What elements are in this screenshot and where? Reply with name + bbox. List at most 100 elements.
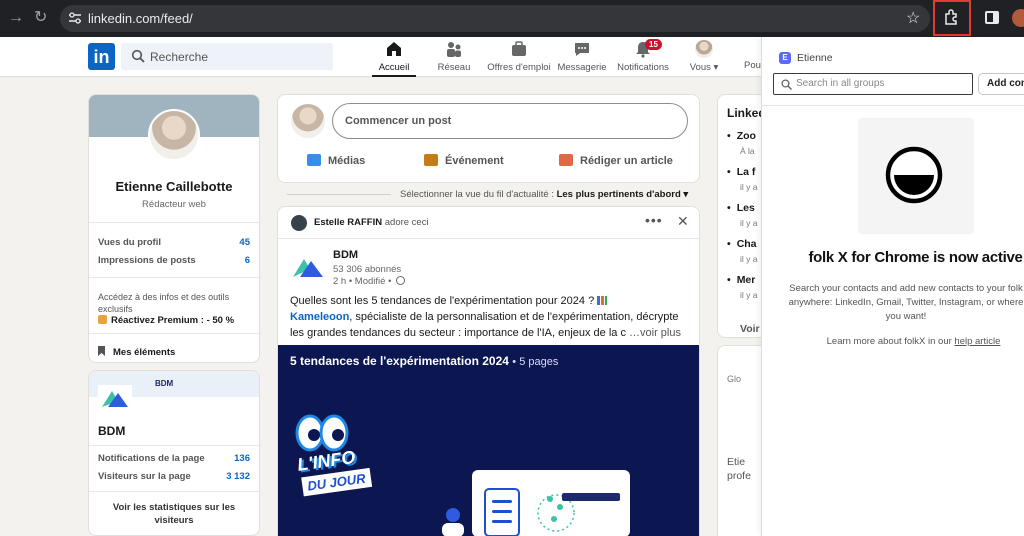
chart-emoji-icon [597,296,608,305]
workspace-name[interactable]: Etienne [797,52,833,64]
bookmark-star-icon[interactable]: ☆ [906,8,920,28]
see-more-news-link[interactable]: Voir [740,323,760,335]
divider [89,277,259,278]
nav-label: Notifications [617,62,669,73]
actor-avatar[interactable] [291,215,307,231]
see-more-link[interactable]: …voir plus [629,327,681,339]
folk-description: Search your contacts and add new contact… [771,282,1024,324]
action-label: Événement [445,155,504,167]
news-item[interactable]: Les [727,202,755,214]
page-banner-text: BDM [155,379,174,388]
ad-header: Glo [727,374,742,384]
nav-messaging[interactable]: Messagerie [556,40,608,77]
premium-icon [98,315,107,324]
page-card: BDM BDM Notifications de la page 136 Vis… [88,370,260,536]
back-icon[interactable]: → [8,9,24,27]
nav-home[interactable]: Accueil [372,40,416,77]
profile-role: Rédacteur web [142,199,206,210]
stat-label: Visiteurs sur la page [98,471,191,482]
mention-link[interactable]: Kameleoon [290,311,349,323]
close-icon[interactable]: ✕ [677,213,689,230]
stat-row-page-notifications[interactable]: Notifications de la page 136 [98,453,250,464]
premium-link[interactable]: Réactivez Premium : - 50 % [98,315,234,326]
browser-profile-avatar[interactable] [1012,9,1024,27]
stat-value: 136 [234,453,250,464]
stat-row-profile-views[interactable]: Vues du profil 45 [98,237,250,248]
post-text-line1: Quelles sont les 5 tendances de l'expéri… [290,295,595,307]
folk-headline: folk X for Chrome is now active [808,249,1023,266]
stat-label: Notifications de la page [98,453,205,464]
media-button[interactable]: Médias [307,154,365,167]
notification-count-badge: 15 [645,39,662,50]
illustration-bar [562,493,620,501]
side-panel-icon[interactable] [985,11,999,24]
saved-items-link[interactable]: Mes éléments [98,346,175,358]
profile-avatar[interactable] [148,109,200,161]
news-subtitle: il y a [740,290,758,300]
calendar-icon [424,154,438,166]
news-item[interactable]: La f [727,166,756,178]
divider [89,445,259,446]
news-item[interactable]: Mer [727,274,756,286]
nav-network[interactable]: Réseau [434,40,474,77]
news-subtitle: À la [740,146,755,156]
stat-value: 6 [244,255,250,266]
page-name[interactable]: BDM [98,424,125,438]
more-options-icon[interactable]: ••• [645,212,663,228]
linkedin-logo[interactable]: in [88,43,115,70]
document-title: 5 tendances de l'expérimentation 2024 • … [290,354,558,368]
post-text: Quelles sont les 5 tendances de l'expéri… [290,293,685,341]
site-settings-icon[interactable] [68,11,82,25]
stat-row-post-impressions[interactable]: Impressions de posts 6 [98,255,250,266]
folk-desc-line3: you want! [885,311,927,322]
search-input[interactable]: Recherche [121,43,333,70]
write-article-button[interactable]: Rédiger un article [559,154,673,167]
nav-me[interactable]: Vous ▾ [682,40,726,77]
person-illustration-icon [442,508,464,536]
premium-promo-text: Accédez à des infos et des outils exclus… [98,292,230,314]
bdm-logo-icon[interactable] [291,251,325,281]
nav-notifications[interactable]: 15 Notifications [614,39,672,77]
folk-side-panel: E Etienne Search in all groups Add conta… [761,37,1024,536]
post-meta: 2 h • Modifié • [333,276,406,287]
event-button[interactable]: Événement [424,154,504,167]
bookmark-icon [98,346,105,356]
illustration-line [492,520,512,523]
saved-items-label: Mes éléments [113,347,176,358]
news-item[interactable]: Cha [727,238,757,250]
address-bar[interactable]: linkedin.com/feed/ [60,5,930,32]
nav-jobs[interactable]: Offres d'emploi [484,40,554,77]
composer-avatar[interactable] [291,104,325,138]
add-contact-button[interactable]: Add contact [978,73,1024,95]
feed-sort-value[interactable]: Les plus pertinents d'abord ▾ [557,189,689,200]
url-text[interactable]: linkedin.com/feed/ [88,11,193,26]
help-article-link[interactable]: help article [954,336,1000,347]
nav-label: Messagerie [557,62,607,73]
stat-label: Impressions de posts [98,255,196,266]
nav-label: Vous ▾ [689,62,719,73]
avatar-icon [695,40,713,58]
extension-puzzle-icon[interactable] [944,9,960,25]
profile-name[interactable]: Etienne Caillebotte [89,179,259,194]
news-subtitle: il y a [740,218,758,228]
stat-row-page-visitors[interactable]: Visiteurs sur la page 3 132 [98,471,250,482]
start-post-button[interactable]: Commencer un post [332,103,688,139]
stat-label: Vues du profil [98,237,161,248]
reload-icon[interactable]: ↻ [34,9,47,27]
post-followers: 53 306 abonnés [333,264,402,275]
workspace-badge[interactable]: E [779,52,791,64]
divider [89,222,259,223]
actor-name[interactable]: Estelle RAFFIN [314,217,382,228]
feed-sort-control[interactable]: Sélectionner la vue du fil d'actualité :… [400,189,688,200]
folk-search-placeholder: Search in all groups [796,78,885,89]
nav-truncated-item[interactable]: Pou [744,60,761,71]
visitor-stats-link[interactable]: Voir les statistiques sur les visiteurs [105,501,243,527]
post-author[interactable]: BDM [333,249,358,261]
composer-card: Commencer un post Médias Événement Rédig… [277,94,700,183]
news-item[interactable]: Zoo [727,130,756,142]
info-du-jour-badge: L'INFO DU JOUR [296,445,372,497]
network-icon [447,42,461,57]
bdm-logo-icon[interactable] [98,385,132,409]
document-carousel[interactable]: 5 tendances de l'expérimentation 2024 • … [278,345,699,536]
folk-search-input[interactable]: Search in all groups [773,73,973,95]
